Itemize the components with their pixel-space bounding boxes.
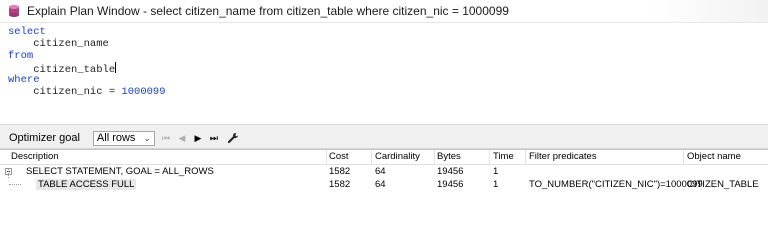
column-header-time[interactable]: Time [493,150,514,163]
table-row[interactable]: TABLE ACCESS FULL 1582 64 19456 1 TO_NUM… [0,168,768,191]
identifier-citizen-nic: citizen_nic = [8,86,122,98]
title-bar: Explain Plan Window - select citizen_nam… [0,0,768,23]
previous-icon[interactable]: ◀ [177,133,187,144]
wrench-icon[interactable] [227,132,239,144]
column-header-filter-predicates[interactable]: Filter predicates [529,150,597,163]
code-line-1: select [0,26,768,38]
code-line-2: citizen_name [0,38,768,50]
column-header-bytes[interactable]: Bytes [437,150,461,163]
last-icon[interactable]: ⏭ [209,133,219,144]
row-cost: 1582 [329,166,351,177]
text-cursor [115,62,117,73]
sql-editor[interactable]: select citizen_name from citizen_table w… [0,23,768,124]
row-object-name: CITIZEN_TABLE [687,179,759,190]
grid-header: Description Cost Cardinality Bytes Time … [0,150,768,165]
optimizer-goal-label: Optimizer goal [9,132,80,144]
column-header-cost[interactable]: Cost [329,150,349,163]
keyword-from: from [8,50,34,62]
chevron-down-icon: ⌄ [143,132,151,143]
row-bytes: 19456 [437,166,464,177]
database-icon [7,4,21,18]
code-line-4: citizen_table [0,62,768,76]
plan-toolbar: Optimizer goal All rows ⌄ ⏮ ◀ ▶ ⏭ [0,128,768,149]
row-cardinality: 64 [375,166,386,177]
title-bar-fade [648,0,768,22]
column-header-object-name[interactable]: Object name [687,150,741,163]
optimizer-goal-value: All rows [96,132,136,144]
identifier-citizen-name: citizen_name [8,38,109,50]
row-time: 1 [493,179,499,190]
explain-plan-grid: Description Cost Cardinality Bytes Time … [0,149,768,216]
window-title: Explain Plan Window - select citizen_nam… [27,4,509,18]
first-icon[interactable]: ⏮ [161,133,171,144]
code-line-5: where [0,74,768,86]
row-description: TABLE ACCESS FULL [36,178,137,191]
row-cost: 1582 [329,179,351,190]
column-header-cardinality[interactable]: Cardinality [375,150,420,163]
row-bytes: 19456 [437,179,464,190]
row-cardinality: 64 [375,179,386,190]
row-description-text: TABLE ACCESS FULL [36,179,137,190]
code-line-3: from [0,50,768,62]
tree-connector [8,168,10,178]
table-row[interactable]: SELECT STATEMENT, GOAL = ALL_ROWS 1582 6… [0,165,768,178]
row-filter-predicates: TO_NUMBER("CITIZEN_NIC")=1000099 [529,179,703,190]
literal-number: 1000099 [121,86,166,98]
code-line-6: citizen_nic = 1000099 [0,86,768,98]
optimizer-goal-select[interactable]: All rows ⌄ [92,130,155,146]
keyword-where: where [8,74,40,86]
row-description: SELECT STATEMENT, GOAL = ALL_ROWS [26,166,214,177]
row-time: 1 [493,166,499,177]
column-header-description[interactable]: Description [11,150,59,163]
tree-connector [9,184,21,186]
next-icon[interactable]: ▶ [193,133,203,144]
keyword-select: select [8,26,46,38]
